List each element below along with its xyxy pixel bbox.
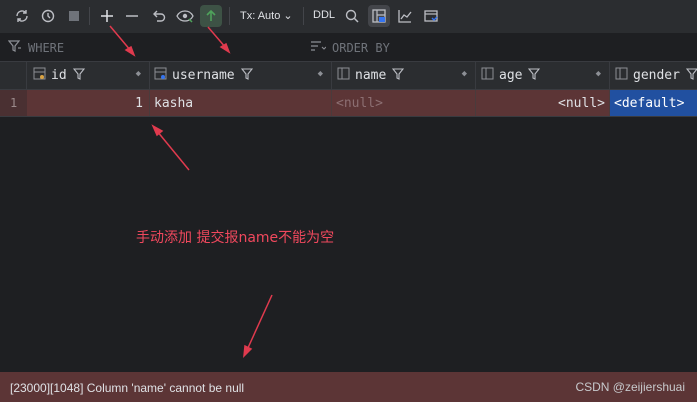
- cell-id[interactable]: 1: [27, 90, 150, 116]
- table-header: id ◆ username ◆ name ◆ age ◆ gender: [0, 62, 697, 90]
- cell-age[interactable]: <null>: [476, 90, 610, 116]
- row-number-header: [0, 62, 27, 89]
- column-icon: [615, 67, 629, 85]
- sort-toggle-icon[interactable]: ◆: [318, 69, 323, 79]
- ddl-button[interactable]: DDL: [313, 9, 335, 21]
- column-label: gender: [633, 68, 680, 83]
- preview-icon[interactable]: [174, 5, 196, 27]
- sort-toggle-icon[interactable]: ◆: [462, 69, 467, 79]
- tx-label: Tx: Auto: [240, 10, 281, 22]
- chevron-down-icon: ⌄: [283, 10, 293, 22]
- cell-name[interactable]: <null>: [332, 90, 476, 116]
- where-label: WHERE: [28, 40, 65, 55]
- refresh-icon[interactable]: [11, 5, 33, 27]
- history-icon[interactable]: [37, 5, 59, 27]
- column-label: username: [172, 68, 235, 83]
- toolbar-separator: [229, 7, 230, 25]
- filter-icon[interactable]: [72, 67, 85, 84]
- delete-row-icon[interactable]: [121, 5, 143, 27]
- filter-icon[interactable]: [392, 67, 405, 84]
- watermark: CSDN @zeijiershuai: [575, 380, 685, 394]
- chart-icon[interactable]: [394, 5, 416, 27]
- toolbar: Tx: Auto ⌄ DDL: [0, 0, 697, 34]
- column-label: name: [355, 68, 387, 83]
- orderby-label: ORDER BY: [332, 40, 390, 55]
- revert-icon[interactable]: [148, 5, 170, 27]
- console-icon[interactable]: [420, 5, 442, 27]
- cell-gender-selected[interactable]: <default>: [610, 90, 697, 116]
- stop-icon[interactable]: [63, 5, 85, 27]
- filter-icon[interactable]: [685, 67, 697, 84]
- filter-icon[interactable]: [528, 67, 541, 84]
- row-number[interactable]: 1: [0, 90, 27, 116]
- column-icon: [337, 67, 351, 85]
- sort-toggle-icon[interactable]: ◆: [596, 69, 601, 79]
- toolbar-separator: [89, 7, 90, 25]
- filter-icon: [7, 40, 22, 55]
- column-header-name[interactable]: name ◆: [332, 62, 476, 89]
- column-icon: [481, 67, 495, 85]
- error-message: [23000][1048] Column 'name' cannot be nu…: [10, 381, 245, 395]
- add-row-icon[interactable]: [96, 5, 118, 27]
- transaction-mode-dropdown[interactable]: Tx: Auto ⌄: [240, 9, 293, 22]
- toolbar-separator: [303, 7, 304, 25]
- submit-icon[interactable]: [200, 5, 222, 27]
- column-header-username[interactable]: username ◆: [150, 62, 332, 89]
- column-label: age: [499, 68, 523, 83]
- column-header-age[interactable]: age ◆: [476, 62, 610, 89]
- annotation-text: 手动添加 提交报name不能为空: [136, 230, 335, 246]
- error-status-bar: [23000][1048] Column 'name' cannot be nu…: [0, 372, 697, 402]
- grid-view-icon[interactable]: [368, 5, 390, 27]
- sort-icon: [310, 40, 327, 55]
- where-filter[interactable]: WHERE: [7, 40, 65, 55]
- key-column-icon: [154, 67, 168, 85]
- column-header-id[interactable]: id ◆: [27, 62, 150, 89]
- table-row[interactable]: 1 1 kasha <null> <null> <default>: [0, 90, 697, 117]
- search-icon[interactable]: [341, 5, 363, 27]
- key-column-icon: [33, 67, 47, 85]
- filter-bar: WHERE ORDER BY: [0, 34, 697, 62]
- column-header-gender[interactable]: gender: [610, 62, 697, 89]
- cell-username[interactable]: kasha: [150, 90, 332, 116]
- sort-toggle-icon[interactable]: ◆: [136, 69, 141, 79]
- filter-icon[interactable]: [240, 67, 253, 84]
- orderby-filter[interactable]: ORDER BY: [310, 40, 390, 55]
- column-label: id: [51, 68, 67, 83]
